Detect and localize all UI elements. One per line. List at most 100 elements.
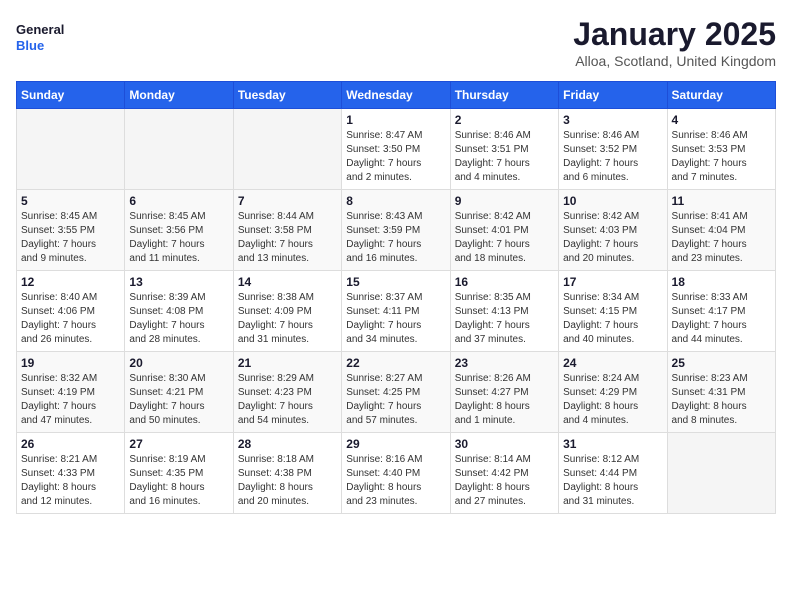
calendar-header-row: Sunday Monday Tuesday Wednesday Thursday… [17,82,776,109]
day-number: 5 [21,194,120,208]
day-info: Sunrise: 8:43 AM Sunset: 3:59 PM Dayligh… [346,210,445,266]
title-block: January 2025 Alloa, Scotland, United Kin… [573,16,776,69]
day-info: Sunrise: 8:46 AM Sunset: 3:53 PM Dayligh… [672,129,771,185]
day-info: Sunrise: 8:46 AM Sunset: 3:52 PM Dayligh… [563,129,662,185]
day-info: Sunrise: 8:34 AM Sunset: 4:15 PM Dayligh… [563,291,662,347]
month-title: January 2025 [573,16,776,53]
logo-icon: General Blue [16,16,66,61]
table-row: 10Sunrise: 8:42 AM Sunset: 4:03 PM Dayli… [559,190,667,271]
table-row: 28Sunrise: 8:18 AM Sunset: 4:38 PM Dayli… [233,433,341,514]
day-info: Sunrise: 8:23 AM Sunset: 4:31 PM Dayligh… [672,372,771,428]
day-info: Sunrise: 8:16 AM Sunset: 4:40 PM Dayligh… [346,453,445,509]
page-header: General Blue January 2025 Alloa, Scotlan… [16,16,776,69]
table-row: 14 Sunrise: 8:38 AM Sunset: 4:09 PM Dayli… [233,271,341,352]
day-number: 20 [129,356,228,370]
table-row: 5 Sunrise: 8:45 AM Sunset: 3:55 PM Daylig… [17,190,125,271]
svg-text:Blue: Blue [16,38,44,53]
day-info: Sunrise: 8:45 AM Sunset: 3:55 PM Dayligh… [21,210,120,266]
table-row: 2 Sunrise: 8:46 AM Sunset: 3:51 PM Daylig… [450,109,558,190]
day-number: 22 [346,356,445,370]
day-number: 3 [563,113,662,127]
table-row [233,109,341,190]
day-number: 11 [672,194,771,208]
day-number: 15 [346,275,445,289]
day-number: 4 [672,113,771,127]
day-info: Sunrise: 8:42 AM Sunset: 4:01 PM Dayligh… [455,210,554,266]
table-row [125,109,233,190]
day-info: Sunrise: 8:14 AM Sunset: 4:42 PM Dayligh… [455,453,554,509]
day-number: 10 [563,194,662,208]
day-number: 30 [455,437,554,451]
location-subtitle: Alloa, Scotland, United Kingdom [573,53,776,69]
day-info: Sunrise: 8:40 AM Sunset: 4:06 PM Dayligh… [21,291,120,347]
day-number: 2 [455,113,554,127]
table-row: 8 Sunrise: 8:43 AM Sunset: 3:59 PM Daylig… [342,190,450,271]
logo: General Blue [16,16,66,61]
table-row: 30 Sunrise: 8:14 AM Sunset: 4:42 PM Dayli… [450,433,558,514]
table-row: 20Sunrise: 8:30 AM Sunset: 4:21 PM Dayli… [125,352,233,433]
calendar-week-row: 5 Sunrise: 8:45 AM Sunset: 3:55 PM Daylig… [17,190,776,271]
col-sunday: Sunday [17,82,125,109]
day-info: Sunrise: 8:32 AM Sunset: 4:19 PM Dayligh… [21,372,120,428]
day-number: 28 [238,437,337,451]
day-number: 9 [455,194,554,208]
table-row: 29 Sunrise: 8:16 AM Sunset: 4:40 PM Dayli… [342,433,450,514]
day-info: Sunrise: 8:33 AM Sunset: 4:17 PM Dayligh… [672,291,771,347]
day-info: Sunrise: 8:21 AM Sunset: 4:33 PM Dayligh… [21,453,120,509]
table-row: 18 Sunrise: 8:33 AM Sunset: 4:17 PM Dayli… [667,271,775,352]
table-row: 26 Sunrise: 8:21 AM Sunset: 4:33 PM Dayli… [17,433,125,514]
day-info: Sunrise: 8:29 AM Sunset: 4:23 PM Dayligh… [238,372,337,428]
day-info: Sunrise: 8:46 AM Sunset: 3:51 PM Dayligh… [455,129,554,185]
table-row: 1Sunrise: 8:47 AM Sunset: 3:50 PM Daylig… [342,109,450,190]
table-row: 27 Sunrise: 8:19 AM Sunset: 4:35 PM Dayli… [125,433,233,514]
col-monday: Monday [125,82,233,109]
day-number: 7 [238,194,337,208]
table-row: 11 Sunrise: 8:41 AM Sunset: 4:04 PM Dayli… [667,190,775,271]
col-thursday: Thursday [450,82,558,109]
col-wednesday: Wednesday [342,82,450,109]
calendar-week-row: 1Sunrise: 8:47 AM Sunset: 3:50 PM Daylig… [17,109,776,190]
day-info: Sunrise: 8:44 AM Sunset: 3:58 PM Dayligh… [238,210,337,266]
day-number: 19 [21,356,120,370]
day-number: 14 [238,275,337,289]
day-info: Sunrise: 8:19 AM Sunset: 4:35 PM Dayligh… [129,453,228,509]
day-number: 24 [563,356,662,370]
day-number: 18 [672,275,771,289]
table-row [17,109,125,190]
day-info: Sunrise: 8:24 AM Sunset: 4:29 PM Dayligh… [563,372,662,428]
table-row: 15 Sunrise: 8:37 AM Sunset: 4:11 PM Dayli… [342,271,450,352]
day-number: 8 [346,194,445,208]
day-info: Sunrise: 8:37 AM Sunset: 4:11 PM Dayligh… [346,291,445,347]
table-row: 6Sunrise: 8:45 AM Sunset: 3:56 PM Daylig… [125,190,233,271]
day-number: 6 [129,194,228,208]
calendar-week-row: 19 Sunrise: 8:32 AM Sunset: 4:19 PM Dayli… [17,352,776,433]
day-number: 29 [346,437,445,451]
table-row: 9 Sunrise: 8:42 AM Sunset: 4:01 PM Daylig… [450,190,558,271]
table-row: 25Sunrise: 8:23 AM Sunset: 4:31 PM Dayli… [667,352,775,433]
day-number: 16 [455,275,554,289]
day-info: Sunrise: 8:27 AM Sunset: 4:25 PM Dayligh… [346,372,445,428]
calendar-week-row: 12Sunrise: 8:40 AM Sunset: 4:06 PM Dayli… [17,271,776,352]
day-number: 23 [455,356,554,370]
col-friday: Friday [559,82,667,109]
table-row: 4 Sunrise: 8:46 AM Sunset: 3:53 PM Daylig… [667,109,775,190]
table-row [667,433,775,514]
day-number: 1 [346,113,445,127]
day-info: Sunrise: 8:35 AM Sunset: 4:13 PM Dayligh… [455,291,554,347]
day-info: Sunrise: 8:12 AM Sunset: 4:44 PM Dayligh… [563,453,662,509]
day-number: 27 [129,437,228,451]
table-row: 23 Sunrise: 8:26 AM Sunset: 4:27 PM Dayli… [450,352,558,433]
day-info: Sunrise: 8:26 AM Sunset: 4:27 PM Dayligh… [455,372,554,428]
calendar-week-row: 26 Sunrise: 8:21 AM Sunset: 4:33 PM Dayli… [17,433,776,514]
day-number: 26 [21,437,120,451]
day-info: Sunrise: 8:41 AM Sunset: 4:04 PM Dayligh… [672,210,771,266]
col-tuesday: Tuesday [233,82,341,109]
day-info: Sunrise: 8:38 AM Sunset: 4:09 PM Dayligh… [238,291,337,347]
table-row: 19 Sunrise: 8:32 AM Sunset: 4:19 PM Dayli… [17,352,125,433]
day-number: 13 [129,275,228,289]
table-row: 21Sunrise: 8:29 AM Sunset: 4:23 PM Dayli… [233,352,341,433]
svg-text:General: General [16,22,64,37]
table-row: 7 Sunrise: 8:44 AM Sunset: 3:58 PM Daylig… [233,190,341,271]
day-number: 17 [563,275,662,289]
table-row: 24 Sunrise: 8:24 AM Sunset: 4:29 PM Dayli… [559,352,667,433]
